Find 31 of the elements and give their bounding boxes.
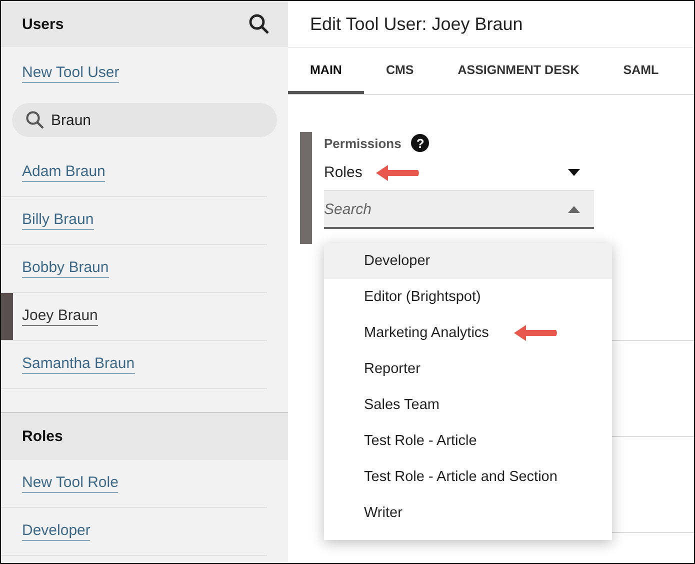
- search-field[interactable]: Search: [324, 191, 594, 229]
- user-link[interactable]: Joey Braun: [22, 307, 98, 326]
- menu-option[interactable]: Developer: [324, 243, 612, 279]
- user-link[interactable]: Billy Braun: [22, 211, 94, 230]
- tab[interactable]: SAML: [601, 48, 681, 94]
- page-title: Edit Tool User: Joey Braun: [310, 14, 523, 34]
- user-link[interactable]: Bobby Braun: [22, 259, 109, 278]
- role-link[interactable]: Developer: [22, 522, 90, 541]
- user-link[interactable]: Adam Braun: [22, 163, 106, 182]
- section-title: Roles: [22, 428, 63, 445]
- field-label: Permissions: [324, 136, 402, 150]
- tab[interactable]: CMS: [364, 48, 436, 94]
- tab[interactable]: MAIN: [288, 48, 364, 94]
- search-field[interactable]: Braun: [12, 103, 277, 137]
- menu-option[interactable]: Sales Team: [324, 387, 612, 423]
- menu-option[interactable]: Reporter: [324, 351, 612, 387]
- menu-option[interactable]: Editor (Brightspot): [324, 279, 612, 315]
- caret-icon: [568, 168, 580, 176]
- new-user-link[interactable]: New Tool User: [22, 64, 120, 82]
- menu-option[interactable]: Test Role - Article and Section: [324, 459, 612, 495]
- section-title: Users: [22, 16, 64, 32]
- search-icon[interactable]: [248, 13, 270, 35]
- menu-option[interactable]: Writer: [324, 495, 612, 531]
- user-link[interactable]: Samantha Braun: [22, 355, 135, 374]
- menu-option[interactable]: Test Role - Article: [324, 423, 612, 459]
- role-link[interactable]: New Tool Role: [22, 474, 118, 493]
- menu-option[interactable]: Marketing Analytics: [324, 315, 612, 351]
- tab[interactable]: ASSIGNMENT DESK: [436, 48, 602, 94]
- help-icon[interactable]: ?: [411, 134, 430, 152]
- search-icon: [25, 110, 45, 130]
- caret-icon: [568, 206, 580, 213]
